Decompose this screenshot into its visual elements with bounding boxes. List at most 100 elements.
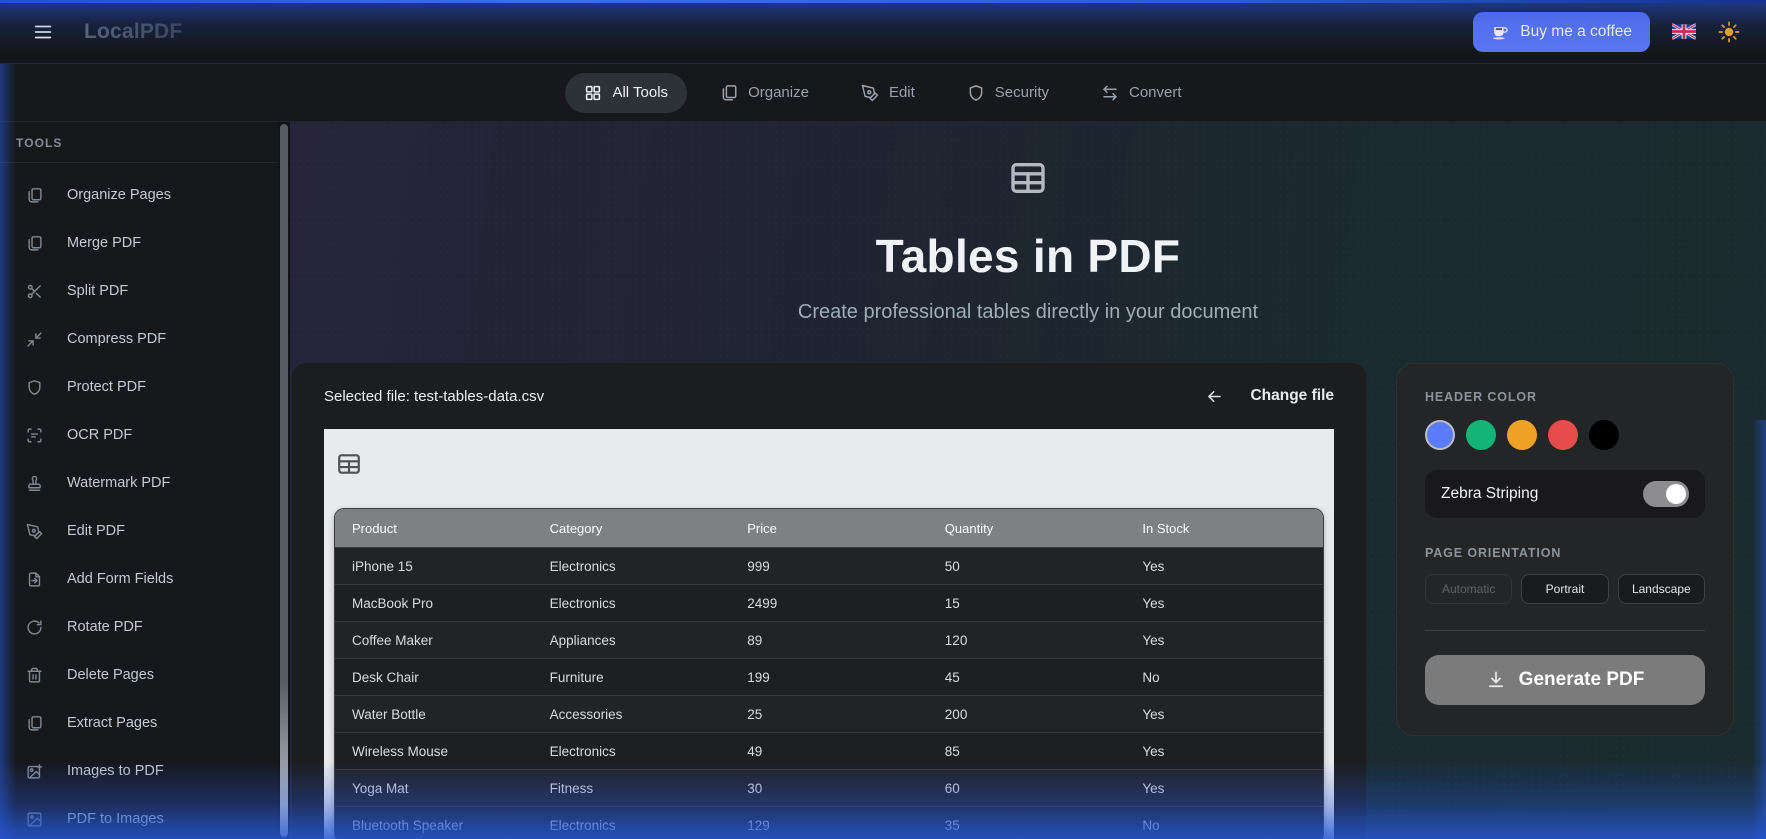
- cell-price: 89: [747, 632, 763, 648]
- content-area: TOOLS Organize Pages Merge PDF Split PDF…: [0, 122, 1766, 839]
- cell-quantity: 200: [944, 706, 968, 722]
- tool-icon: [26, 379, 43, 396]
- orientation-option-button[interactable]: Landscape: [1617, 574, 1705, 604]
- sidebar-tool-item[interactable]: Split PDF: [0, 267, 278, 315]
- file-work-card: Selected file: test-tables-data.csv Chan…: [292, 363, 1366, 839]
- nav-tab[interactable]: All Tools: [565, 72, 688, 113]
- sidebar-tool-item[interactable]: Delete Pages: [0, 651, 278, 699]
- header-color-swatch[interactable]: [1589, 420, 1619, 450]
- selected-file-bar: Selected file: test-tables-data.csv Chan…: [292, 363, 1366, 429]
- sun-icon: [1718, 21, 1740, 43]
- generate-pdf-label: Generate PDF: [1518, 669, 1645, 690]
- cell-category: Electronics: [549, 817, 616, 833]
- selected-file-label: Selected file: test-tables-data.csv: [324, 387, 545, 405]
- tool-icon: [26, 331, 43, 348]
- tool-label: Organize Pages: [67, 187, 171, 203]
- pdf-preview: Product Category Price Quantity In Stock iPh…: [324, 429, 1334, 839]
- tool-icon: [26, 811, 43, 828]
- sidebar-tool-item[interactable]: Organize Pages: [0, 171, 278, 219]
- sidebar-tool-item[interactable]: Extract Pages: [0, 699, 278, 747]
- cell-quantity: 85: [944, 743, 960, 759]
- localpdf-app: LocalPDF Buy me a coffee All Tools Organ…: [0, 0, 1766, 839]
- tool-icon: [26, 187, 43, 204]
- nav-tab[interactable]: Organize: [701, 73, 828, 113]
- main-panel: Tables in PDF Create professional tables…: [290, 122, 1766, 839]
- tool-icon: [26, 283, 43, 300]
- cell-category: Furniture: [549, 669, 604, 685]
- tool-icon: [26, 571, 43, 588]
- column-header: Price: [747, 520, 777, 536]
- zebra-striping-row: Zebra Striping: [1425, 470, 1705, 518]
- hamburger-menu-button[interactable]: [26, 15, 60, 49]
- scrollbar-thumb[interactable]: [280, 124, 288, 837]
- column-header: Category: [549, 520, 603, 536]
- tool-label: Protect PDF: [67, 379, 146, 395]
- sidebar-tool-item[interactable]: OCR PDF: [0, 411, 278, 459]
- tool-icon: [26, 523, 43, 540]
- tab-icon: [584, 84, 602, 102]
- sidebar-tool-item[interactable]: Watermark PDF: [0, 459, 278, 507]
- cell-product: Water Bottle: [352, 706, 426, 722]
- orientation-option-button[interactable]: Automatic: [1425, 574, 1513, 604]
- cell-price: 2499: [747, 595, 778, 611]
- nav-tab[interactable]: Edit: [842, 73, 934, 113]
- tool-icon: [26, 715, 43, 732]
- cell-category: Appliances: [549, 632, 616, 648]
- table-row: MacBook Pro Electronics 2499 15 Yes: [335, 584, 1323, 621]
- column-header: Quantity: [944, 520, 994, 536]
- tab-label: Security: [994, 84, 1049, 101]
- nav-tab[interactable]: Security: [948, 73, 1068, 113]
- cell-instock: Yes: [1142, 632, 1165, 648]
- generate-pdf-button[interactable]: Generate PDF: [1425, 655, 1705, 705]
- app-logo[interactable]: LocalPDF: [84, 20, 182, 44]
- table-icon: [1008, 158, 1048, 198]
- nav-tab[interactable]: Convert: [1082, 73, 1201, 113]
- tab-label: Organize: [748, 84, 809, 101]
- orientation-option-button[interactable]: Portrait: [1521, 574, 1609, 604]
- tools-sidebar: TOOLS Organize Pages Merge PDF Split PDF…: [0, 122, 278, 839]
- change-file-button[interactable]: Change file: [1205, 387, 1334, 406]
- cell-quantity: 15: [944, 595, 960, 611]
- tab-icon: [720, 84, 738, 102]
- table-row: Water Bottle Accessories 25 200 Yes: [335, 695, 1323, 732]
- sidebar-tool-item[interactable]: Rotate PDF: [0, 603, 278, 651]
- preview-table: Product Category Price Quantity In Stock iPh…: [334, 508, 1324, 839]
- header-color-swatch[interactable]: [1425, 420, 1455, 450]
- table-row: Wireless Mouse Electronics 49 85 Yes: [335, 732, 1323, 769]
- tool-label: OCR PDF: [67, 427, 133, 443]
- header-color-swatch[interactable]: [1507, 420, 1537, 450]
- cell-price: 199: [747, 669, 770, 685]
- tab-icon: [967, 84, 985, 102]
- arrow-left-icon: [1205, 387, 1224, 406]
- sidebar-tool-item[interactable]: Edit PDF: [0, 507, 278, 555]
- tool-label: Watermark PDF: [67, 475, 171, 491]
- sidebar-tool-item[interactable]: Merge PDF: [0, 219, 278, 267]
- header-color-swatch[interactable]: [1548, 420, 1578, 450]
- tab-icon: [861, 84, 879, 102]
- cell-instock: No: [1142, 669, 1160, 685]
- sidebar-tool-item[interactable]: PDF to Images: [0, 795, 278, 839]
- sidebar-tool-item[interactable]: Add Form Fields: [0, 555, 278, 603]
- zebra-striping-label: Zebra Striping: [1441, 485, 1539, 502]
- cell-price: 129: [747, 817, 770, 833]
- column-header: Product: [352, 520, 397, 536]
- tab-label: Edit: [888, 84, 915, 101]
- sidebar-tool-item[interactable]: Protect PDF: [0, 363, 278, 411]
- tool-label: Split PDF: [67, 283, 129, 299]
- uk-flag-icon: [1672, 23, 1696, 40]
- top-bar: LocalPDF Buy me a coffee: [0, 0, 1766, 64]
- cell-quantity: 120: [944, 632, 968, 648]
- tool-label: Delete Pages: [67, 667, 155, 683]
- header-color-swatch[interactable]: [1466, 420, 1496, 450]
- tab-label: All Tools: [612, 84, 669, 101]
- tool-label: Merge PDF: [67, 235, 142, 251]
- zebra-striping-toggle[interactable]: [1643, 481, 1689, 507]
- settings-divider: [1425, 630, 1705, 631]
- theme-toggle-button[interactable]: [1718, 21, 1740, 43]
- language-switcher-button[interactable]: [1672, 23, 1696, 40]
- tab-label: Convert: [1128, 84, 1182, 101]
- tool-label: Add Form Fields: [67, 571, 174, 587]
- buy-me-a-coffee-button[interactable]: Buy me a coffee: [1473, 11, 1650, 52]
- sidebar-tool-item[interactable]: Compress PDF: [0, 315, 278, 363]
- sidebar-tool-item[interactable]: Images to PDF: [0, 747, 278, 795]
